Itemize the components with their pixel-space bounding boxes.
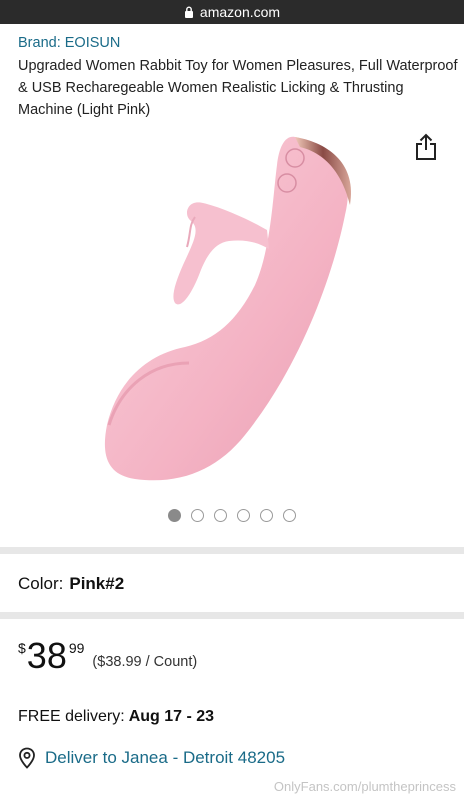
carousel-dot[interactable] xyxy=(214,509,227,522)
lock-icon xyxy=(184,6,193,18)
delivery-label: FREE delivery: xyxy=(18,708,125,725)
section-divider xyxy=(0,547,464,554)
product-image[interactable] xyxy=(95,125,365,485)
carousel-dot[interactable] xyxy=(168,509,181,522)
price-per-unit: ($38.99 / Count) xyxy=(92,654,198,670)
deliver-to-text: Deliver to Janea - Detroit 48205 xyxy=(45,748,286,767)
deliver-to-link[interactable]: Deliver to Janea - Detroit 48205 xyxy=(18,747,285,769)
price-fraction: 99 xyxy=(68,640,85,656)
carousel-dot[interactable] xyxy=(237,509,250,522)
price-block: $ 38 99 ($38.99 / Count) xyxy=(18,636,197,676)
color-label: Color: xyxy=(18,574,64,593)
url-text: amazon.com xyxy=(199,4,281,20)
carousel-dot[interactable] xyxy=(191,509,204,522)
carousel-dot[interactable] xyxy=(260,509,273,522)
location-pin-icon xyxy=(19,747,35,769)
watermark-text: OnlyFans.com/plumtheprincess xyxy=(273,779,456,794)
share-icon[interactable] xyxy=(414,133,438,161)
delivery-date: Aug 17 - 23 xyxy=(128,708,215,725)
price-whole: 38 xyxy=(26,635,67,676)
carousel-dot[interactable] xyxy=(283,509,296,522)
price-currency: $ xyxy=(18,640,26,656)
delivery-info: FREE delivery: Aug 17 - 23 xyxy=(18,708,214,726)
image-carousel-dots xyxy=(0,509,464,523)
section-divider xyxy=(0,612,464,619)
color-selector[interactable]: Color: Pink#2 xyxy=(18,574,124,594)
color-value: Pink#2 xyxy=(69,574,125,593)
product-title: Upgraded Women Rabbit Toy for Women Plea… xyxy=(18,58,458,118)
brand-link[interactable]: Brand: EOISUN xyxy=(18,35,120,51)
browser-url-bar[interactable]: amazon.com xyxy=(0,0,464,24)
